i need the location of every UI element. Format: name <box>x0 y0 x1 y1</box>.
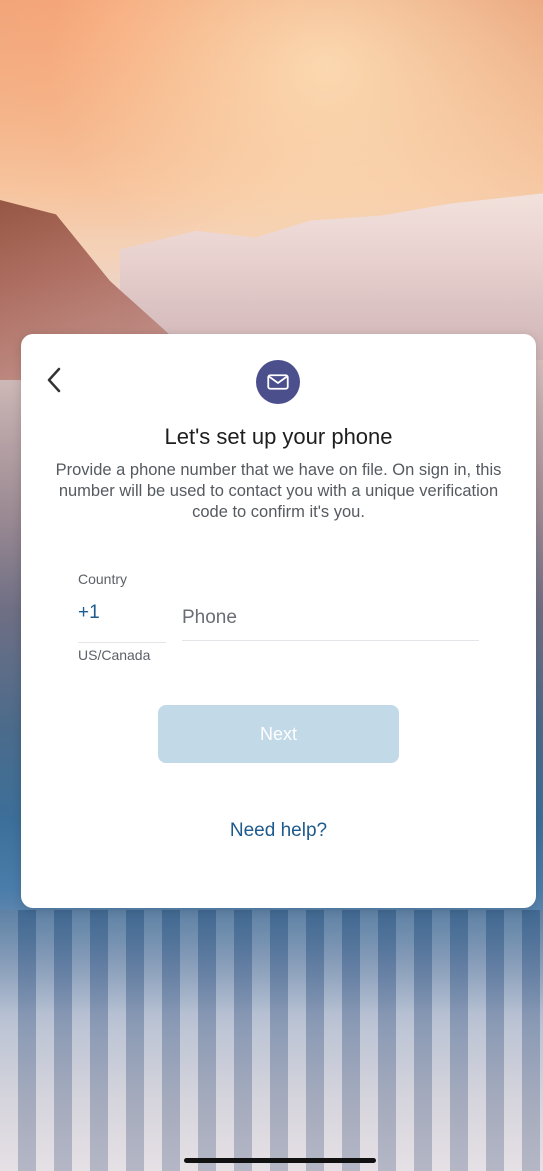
phone-input[interactable] <box>182 596 479 641</box>
phone-setup-card: Let's set up your phone Provide a phone … <box>21 334 536 908</box>
mail-badge <box>256 360 300 404</box>
chevron-left-icon <box>47 367 61 393</box>
country-label: Country <box>78 571 128 587</box>
mail-icon <box>267 374 289 390</box>
country-code-selector[interactable]: +1 <box>78 602 166 643</box>
need-help-link[interactable]: Need help? <box>21 820 536 842</box>
country-name: US/Canada <box>78 647 151 663</box>
home-indicator <box>184 1158 376 1163</box>
background-lake <box>0 910 543 1171</box>
app-screen: Let's set up your phone Provide a phone … <box>0 0 543 1171</box>
page-description: Provide a phone number that we have on f… <box>55 461 502 521</box>
back-button[interactable] <box>39 362 69 398</box>
page-title: Let's set up your phone <box>164 424 393 449</box>
next-button[interactable]: Next <box>158 705 399 763</box>
